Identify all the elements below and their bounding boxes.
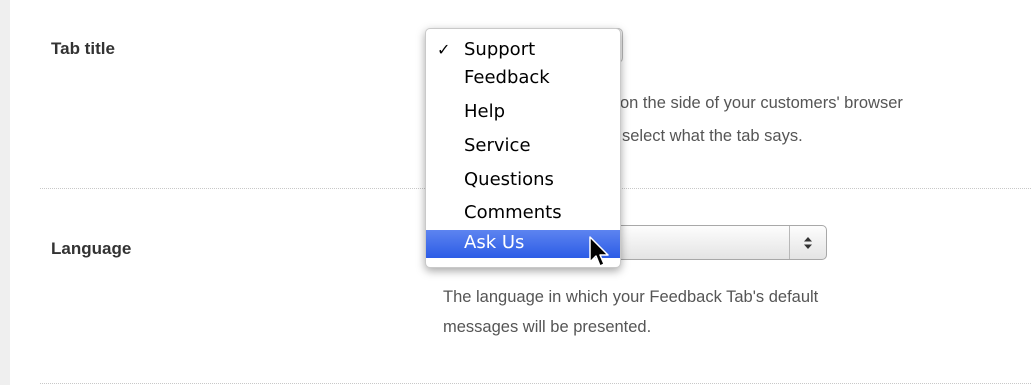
option-label: Comments bbox=[464, 202, 562, 223]
tab-title-help-line2: select what the tab says. bbox=[622, 127, 803, 145]
dropdown-option-comments[interactable]: Comments bbox=[426, 199, 620, 229]
mouse-pointer-icon bbox=[589, 236, 609, 267]
dropdown-option-feedback[interactable]: Feedback bbox=[426, 66, 620, 96]
updown-arrows-icon bbox=[789, 226, 826, 259]
option-label: Feedback bbox=[464, 67, 550, 88]
dropdown-option-help[interactable]: Help bbox=[426, 100, 620, 130]
tab-title-label: Tab title bbox=[51, 39, 115, 58]
option-label: Help bbox=[464, 101, 506, 122]
option-label: Questions bbox=[464, 169, 554, 190]
option-label: Support bbox=[464, 39, 536, 60]
tab-title-dropdown-menu: ✓ Support Feedback Help Service Question… bbox=[425, 28, 621, 268]
language-help-line2: messages will be presented. bbox=[443, 318, 652, 336]
language-help-line1: The language in which your Feedback Tab'… bbox=[443, 288, 819, 306]
language-label: Language bbox=[51, 239, 132, 258]
dropdown-option-questions[interactable]: Questions bbox=[426, 168, 620, 198]
option-label: Ask Us bbox=[464, 232, 525, 253]
dropdown-option-support[interactable]: ✓ Support bbox=[426, 35, 620, 65]
option-label: Service bbox=[464, 135, 531, 156]
dropdown-option-service[interactable]: Service bbox=[426, 134, 620, 164]
tab-title-help-line1: on the side of your customers' browser bbox=[620, 94, 903, 112]
settings-page: Tab title on the side of your customers'… bbox=[0, 0, 1031, 385]
divider-bottom bbox=[40, 383, 1031, 384]
left-border bbox=[0, 0, 10, 385]
check-icon: ✓ bbox=[437, 40, 451, 59]
